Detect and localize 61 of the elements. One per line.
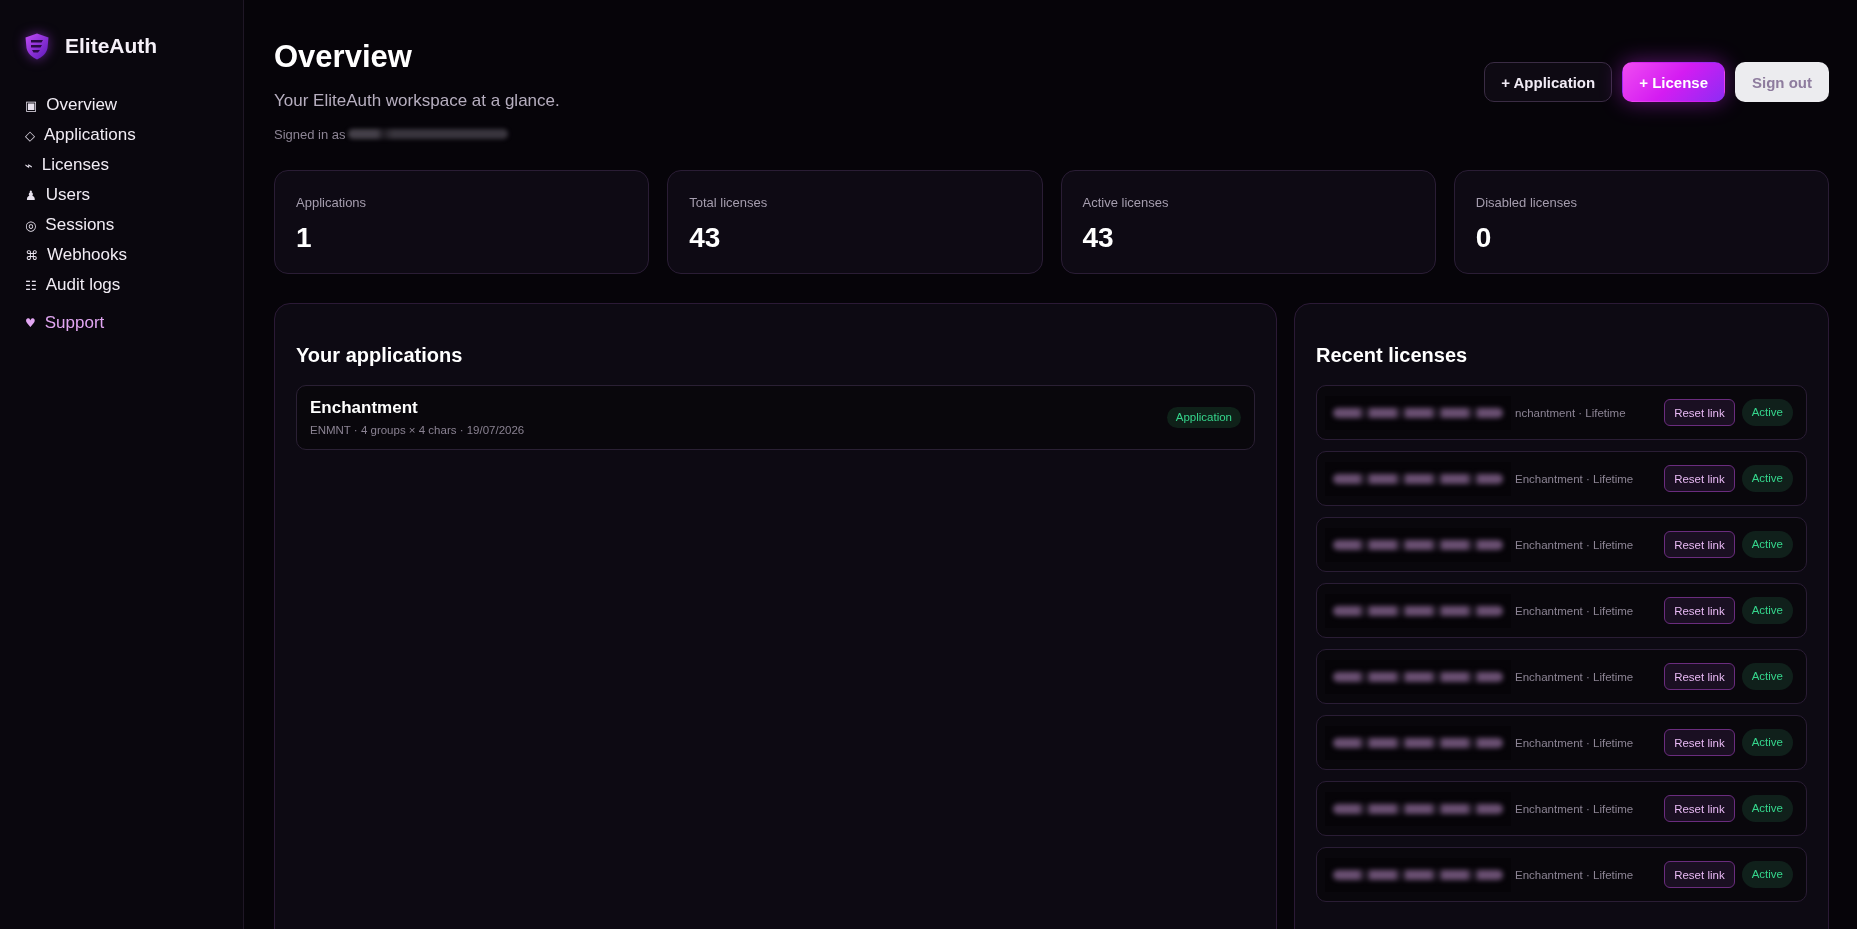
status-badge: Active — [1741, 795, 1793, 822]
stat-value: 1 — [296, 221, 312, 255]
signed-in-label: Signed in as — [274, 126, 346, 142]
status-badge: Active — [1741, 663, 1793, 690]
panel-title: Recent licenses — [1316, 343, 1469, 367]
reset-link-button[interactable]: Reset link — [1664, 729, 1735, 756]
reset-link-button[interactable]: Reset link — [1664, 861, 1735, 888]
brand-name: EliteAuth — [65, 34, 158, 58]
nav-item[interactable]: ⌘ Webhooks — [25, 240, 127, 270]
stat-value: 43 — [1082, 221, 1114, 255]
status-badge: Active — [1741, 399, 1793, 426]
nav-item[interactable]: ◎ Sessions — [25, 210, 115, 240]
square-icon: ▣ — [25, 98, 38, 112]
license-meta: Enchantment · Lifetime — [1515, 472, 1634, 485]
stat-label: Total licenses — [689, 195, 768, 211]
application-name: Enchantment — [310, 398, 418, 418]
status-badge: Active — [1741, 861, 1793, 888]
add-license-button[interactable]: + License — [1622, 62, 1725, 102]
lines-icon: ☷ — [25, 278, 37, 292]
nav-item[interactable]: ☷ Audit logs — [25, 270, 121, 300]
nav-item[interactable]: ⌁ Licenses — [25, 150, 109, 180]
status-badge: Active — [1741, 729, 1793, 756]
reset-link-button[interactable]: Reset link — [1664, 465, 1735, 492]
application-card[interactable]: Enchantment ENMNT · 4 groups × 4 chars · 19/07/2026 Application — [296, 385, 1255, 450]
pawn-icon: ♟ — [25, 188, 37, 202]
support-link[interactable]: ♥ Support — [25, 308, 105, 338]
shield-logo-icon — [25, 32, 49, 60]
stat-label: Applications — [296, 195, 367, 211]
status-badge: Active — [1741, 597, 1793, 624]
ring-icon: ◎ — [25, 218, 37, 232]
nav-item[interactable]: ♟ Users — [25, 180, 91, 210]
reset-link-button[interactable]: Reset link — [1664, 663, 1735, 690]
stat-value: 43 — [689, 221, 721, 255]
license-meta: Enchantment · Lifetime — [1515, 604, 1634, 617]
nav-item[interactable]: ◇ Applications — [25, 120, 136, 150]
heart-icon: ♥ — [25, 317, 36, 329]
license-meta: Enchantment · Lifetime — [1515, 538, 1634, 551]
wave-icon: ⌁ — [25, 158, 33, 172]
application-meta: ENMNT · 4 groups × 4 chars · 19/07/2026 — [310, 423, 525, 437]
license-meta: Enchantment · Lifetime — [1515, 670, 1634, 683]
reset-link-button[interactable]: Reset link — [1664, 531, 1735, 558]
license-meta: Enchantment · Lifetime — [1515, 868, 1634, 881]
stat-label: Disabled licenses — [1475, 195, 1577, 211]
reset-link-button[interactable]: Reset link — [1664, 399, 1735, 426]
application-badge: Application — [1166, 407, 1241, 428]
status-badge: Active — [1741, 465, 1793, 492]
page-title: Overview — [274, 38, 413, 75]
panel-title: Your applications — [296, 343, 464, 367]
status-badge: Active — [1741, 531, 1793, 558]
nav-item[interactable]: ▣ Overview — [25, 90, 118, 120]
reset-link-button[interactable]: Reset link — [1664, 597, 1735, 624]
stat-value: 0 — [1475, 221, 1492, 255]
license-meta: nchantment · Lifetime — [1515, 406, 1626, 419]
page-subtitle: Your EliteAuth workspace at a glance. — [274, 91, 560, 111]
license-meta: Enchantment · Lifetime — [1515, 802, 1634, 815]
reset-link-button[interactable]: Reset link — [1664, 795, 1735, 822]
stat-label: Active licenses — [1082, 195, 1169, 211]
command-icon: ⌘ — [25, 248, 38, 262]
add-application-button[interactable]: + Application — [1484, 62, 1613, 102]
license-meta: Enchantment · Lifetime — [1515, 736, 1634, 749]
diamond-icon: ◇ — [25, 128, 35, 142]
